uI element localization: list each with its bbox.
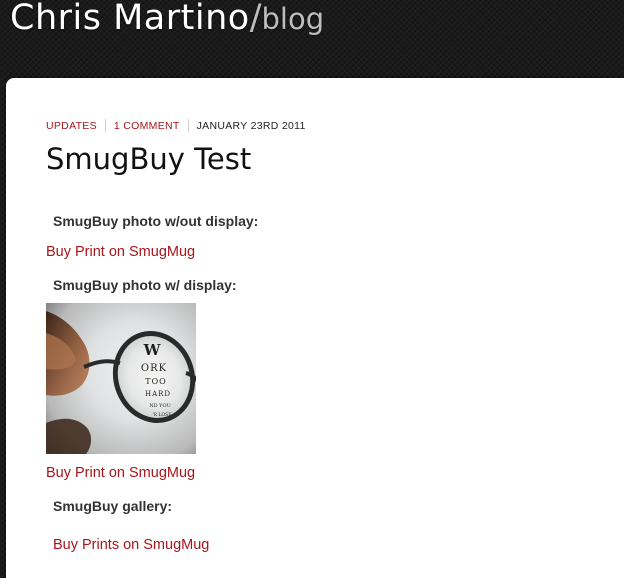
post-content: UPDATES 1 COMMENT JANUARY 23RD 2011 Smug…: [6, 78, 624, 578]
post-meta: UPDATES 1 COMMENT JANUARY 23RD 2011: [46, 119, 306, 132]
title-separator: /: [249, 0, 262, 38]
post-title[interactable]: SmugBuy Test: [46, 142, 251, 176]
eye-chart-line-2: ORK: [141, 363, 167, 374]
post-date: JANUARY 23RD 2011: [196, 119, 306, 132]
eyeglasses-photo-graphic: W ORK TOO HARD ND YOU 'R LOSE: [46, 311, 196, 454]
eyeglasses-photo[interactable]: W ORK TOO HARD ND YOU 'R LOSE: [46, 303, 196, 454]
buy-prints-link[interactable]: Buy Prints on SmugMug: [53, 537, 209, 553]
meta-divider: [104, 119, 106, 132]
eye-chart-line-5: ND YOU: [149, 403, 171, 409]
site-name[interactable]: Chris Martino: [10, 0, 250, 38]
site-title[interactable]: Chris Martino/blog: [10, 0, 324, 42]
eye-chart-line-3: TOO: [145, 377, 166, 386]
eye-chart-line-1: W: [143, 341, 162, 359]
section-heading-gallery: SmugBuy gallery:: [53, 498, 173, 514]
section-heading-photo-without-display: SmugBuy photo w/out display:: [53, 213, 259, 229]
eye-chart-line-6: 'R LOSE: [152, 412, 171, 418]
site-section[interactable]: blog: [261, 2, 324, 36]
section-heading-photo-with-display: SmugBuy photo w/ display:: [53, 277, 237, 293]
buy-print-link[interactable]: Buy Print on SmugMug: [46, 465, 195, 481]
buy-print-link[interactable]: Buy Print on SmugMug: [46, 244, 195, 260]
site-header: Chris Martino/blog: [0, 0, 624, 74]
comments-link[interactable]: 1 COMMENT: [114, 120, 180, 132]
category-link[interactable]: UPDATES: [46, 120, 97, 132]
eye-chart-line-4: HARD: [145, 390, 171, 398]
meta-divider: [187, 119, 189, 132]
